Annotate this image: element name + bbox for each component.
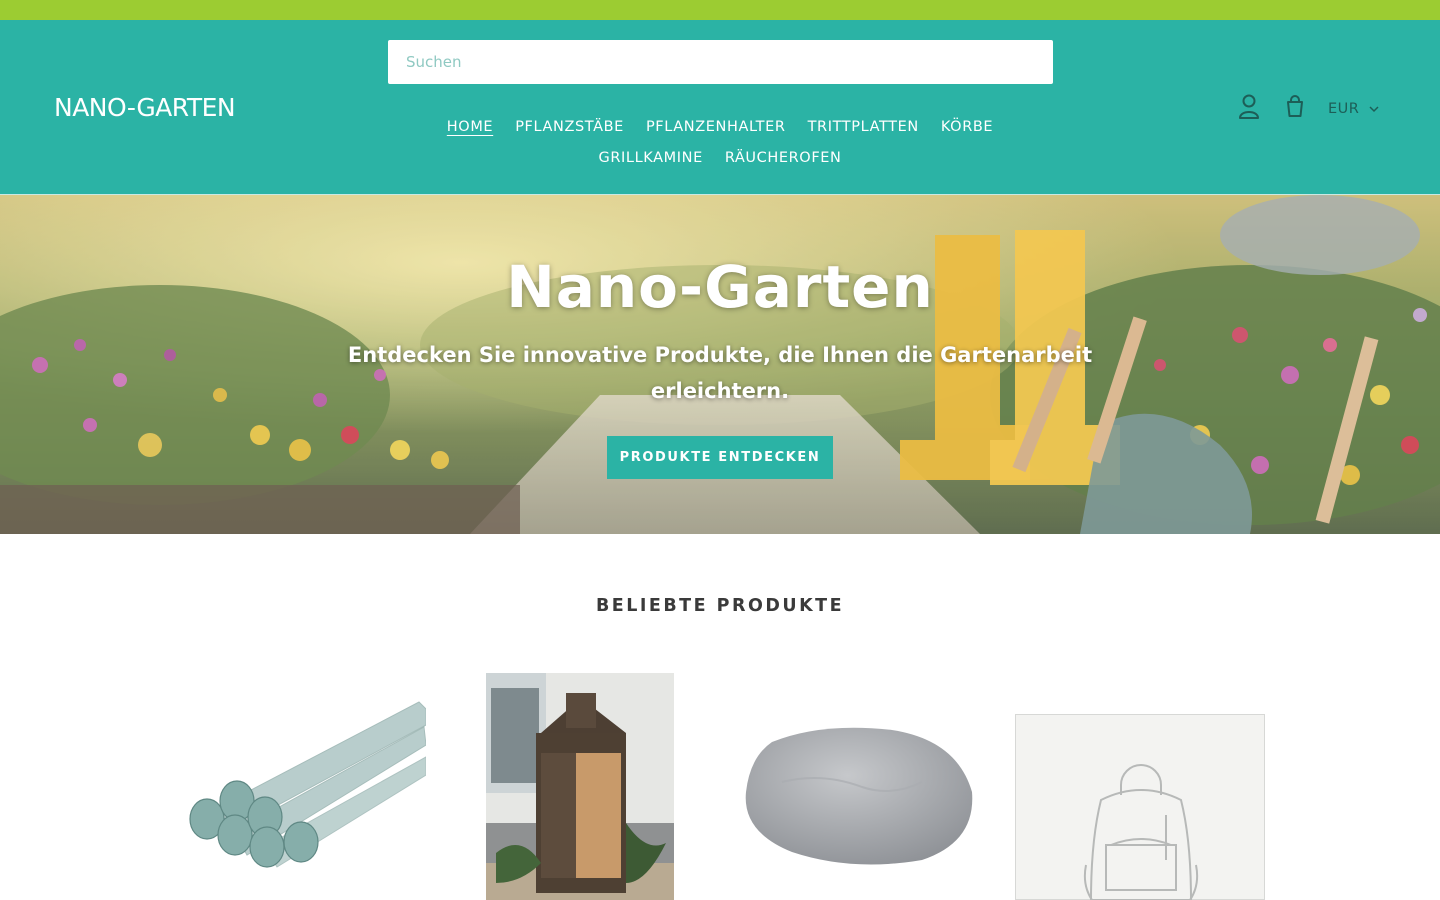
cart-icon[interactable] <box>1282 92 1308 120</box>
stepping-stone-image <box>745 727 973 865</box>
product-card[interactable] <box>1015 714 1265 900</box>
nav-home[interactable]: HOME <box>447 112 493 142</box>
chevron-down-icon <box>1369 101 1379 117</box>
account-icon[interactable] <box>1236 92 1262 120</box>
hero-title: Nano-Garten <box>506 253 934 321</box>
nav-pflanzenhalter[interactable]: PFLANZENHALTER <box>646 112 786 142</box>
placeholder-backpack-image <box>1083 764 1199 900</box>
product-card[interactable] <box>742 722 976 867</box>
smoker-cabinet-image <box>486 673 674 900</box>
product-card[interactable] <box>486 673 674 900</box>
hero-banner: Nano-Garten Entdecken Sie innovative Pro… <box>0 195 1440 534</box>
plant-stakes-image <box>189 701 427 868</box>
main-nav: HOME PFLANZSTÄBE PFLANZENHALTER TRITTPLATTE… <box>410 111 1030 173</box>
site-header: NANO-GARTEN HOME PFLANZSTÄBE PFLANZENHALTE… <box>0 20 1440 195</box>
nav-pflanzstaebe[interactable]: PFLANZSTÄBE <box>515 112 624 142</box>
currency-value: EUR <box>1328 101 1360 117</box>
logo[interactable]: NANO-GARTEN <box>54 92 236 122</box>
announcement-bar <box>0 0 1440 20</box>
nav-trittplatten[interactable]: TRITTPLATTEN <box>808 112 919 142</box>
hero-subtitle: Entdecken Sie innovative Produkte, die I… <box>347 343 1093 403</box>
search-input[interactable] <box>388 40 1053 84</box>
nav-koerbe[interactable]: KÖRBE <box>941 112 993 142</box>
discover-products-button[interactable]: PRODUKTE ENTDECKEN <box>607 436 833 479</box>
nav-grillkamine[interactable]: GRILLKAMINE <box>599 143 703 173</box>
currency-selector[interactable]: EUR <box>1328 98 1379 120</box>
featured-products-title: BELIEBTE PRODUKTE <box>595 596 845 616</box>
product-card[interactable] <box>189 697 427 869</box>
nav-raeucherofen[interactable]: RÄUCHEROFEN <box>725 143 842 173</box>
